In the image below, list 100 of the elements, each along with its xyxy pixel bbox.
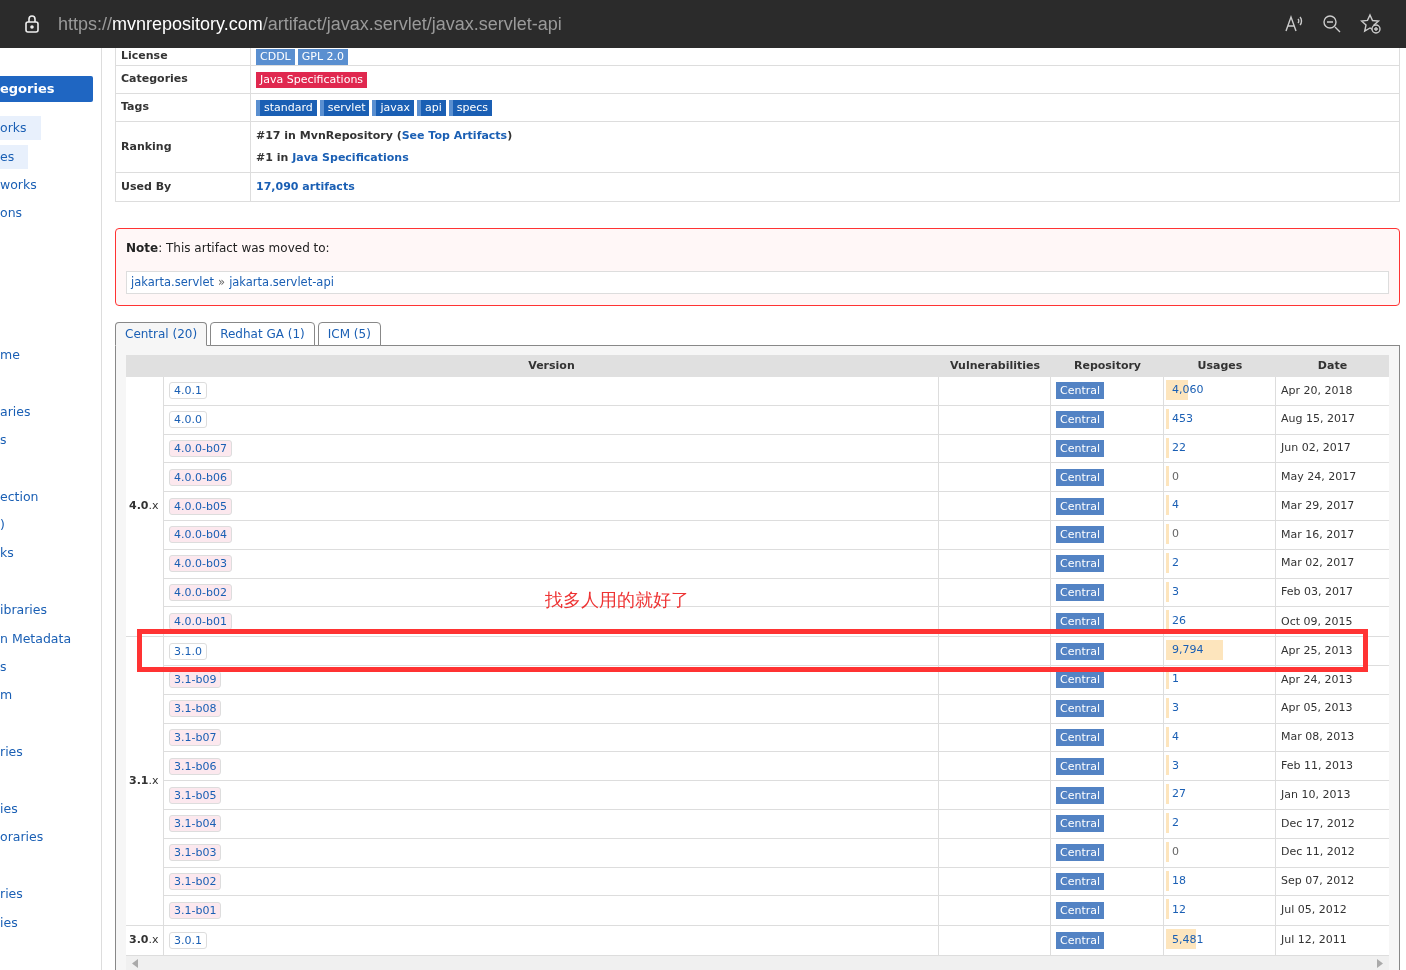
group-link[interactable]: jakarta.servlet	[131, 273, 215, 292]
version-link[interactable]: 3.1-b04	[169, 815, 222, 833]
sidebar-link[interactable]: ries	[0, 740, 23, 765]
usages-link[interactable]: 12	[1166, 902, 1186, 919]
version-group-cell: 4.0.x	[126, 377, 164, 637]
tag-link[interactable]: servlet	[319, 99, 370, 116]
release-date: Apr 25, 2013	[1281, 642, 1353, 659]
usages-link[interactable]: 453	[1166, 410, 1193, 428]
sidebar-link[interactable]: s	[0, 655, 7, 680]
info-label: License	[121, 48, 168, 65]
read-aloud-icon[interactable]	[1284, 14, 1304, 34]
version-group-cell: 3.1.x	[126, 637, 164, 926]
sidebar-link[interactable]: oraries	[0, 825, 44, 850]
usages-link[interactable]: 18	[1166, 872, 1186, 890]
artifact-link[interactable]: jakarta.servlet-api	[229, 273, 334, 292]
version-link[interactable]: 3.1-b08	[169, 700, 222, 718]
ranking-link[interactable]: See Top Artifacts	[401, 128, 508, 142]
version-link[interactable]: 3.0.1	[169, 932, 207, 950]
used-by-link[interactable]: 17,090 artifacts	[256, 178, 1394, 196]
sidebar-link[interactable]: ies	[0, 910, 18, 935]
sidebar-link[interactable]: works	[0, 172, 37, 197]
separator: »	[218, 273, 226, 291]
usages-link[interactable]: 0	[1166, 843, 1179, 861]
sidebar-link[interactable]: m	[0, 683, 13, 708]
version-link[interactable]: 3.1-b05	[169, 786, 222, 804]
release-date: Jun 02, 2017	[1281, 440, 1351, 457]
sidebar-link[interactable]: orks	[0, 116, 41, 141]
version-link[interactable]: 4.0.0-b04	[169, 526, 232, 544]
version-link[interactable]: 3.1-b01	[169, 902, 222, 920]
usages-link[interactable]: 5,481	[1166, 931, 1204, 949]
version-link[interactable]: 4.0.0-b06	[169, 468, 232, 486]
repository-tab[interactable]: ICM (5)	[317, 322, 381, 346]
usages-link[interactable]: 2	[1166, 554, 1179, 572]
usages-link[interactable]: 0	[1166, 526, 1179, 543]
repository-tab[interactable]: Central (20)	[115, 322, 208, 346]
release-date: Jul 12, 2011	[1281, 932, 1347, 949]
version-link[interactable]: 4.0.0-b03	[169, 555, 232, 573]
sidebar-link[interactable]: es	[0, 144, 29, 169]
version-link[interactable]: 3.1-b03	[169, 844, 222, 862]
zoom-out-icon[interactable]	[1322, 14, 1342, 34]
repository-label: Central	[1056, 872, 1105, 890]
usages-link[interactable]: 4,060	[1166, 382, 1204, 399]
sidebar-link[interactable]: )	[0, 513, 5, 538]
version-link[interactable]: 3.1-b07	[169, 728, 222, 746]
release-date: Feb 03, 2017	[1281, 584, 1353, 601]
sidebar-link[interactable]: aries	[0, 399, 31, 424]
sidebar-link[interactable]: n Metadata	[0, 626, 72, 651]
favorite-star-icon[interactable]	[1360, 13, 1382, 35]
version-link[interactable]: 4.0.1	[169, 382, 207, 400]
ranking-text: #1 in Java Specifications	[256, 150, 410, 166]
release-date: Jul 05, 2012	[1281, 902, 1347, 919]
repository-label: Central	[1056, 844, 1105, 862]
repository-label: Central	[1056, 526, 1105, 544]
info-label: Categories	[121, 71, 188, 88]
column-header: Repository	[1051, 355, 1164, 377]
usages-link[interactable]: 3	[1166, 583, 1179, 601]
tag-link[interactable]: standard	[256, 99, 317, 116]
usages-link[interactable]: 3	[1166, 699, 1179, 717]
usages-link[interactable]: 9,794	[1166, 642, 1204, 659]
note-text: Note: This artifact was moved to:	[126, 240, 331, 257]
sidebar-link[interactable]: s	[0, 427, 7, 452]
usages-link[interactable]: 4	[1166, 728, 1179, 746]
version-link[interactable]: 3.1-b02	[169, 872, 222, 890]
tag-link[interactable]: api	[417, 99, 446, 116]
tag-link[interactable]: javax	[372, 99, 415, 116]
repository-tab[interactable]: Redhat GA (1)	[210, 322, 315, 346]
version-link[interactable]: 4.0.0	[169, 411, 207, 429]
usages-link[interactable]: 3	[1166, 757, 1179, 774]
release-date: Apr 20, 2018	[1281, 382, 1353, 399]
release-date: Dec 11, 2012	[1281, 844, 1355, 861]
ranking-link[interactable]: Java Specifications	[292, 151, 409, 164]
usages-link[interactable]: 2	[1166, 815, 1179, 832]
version-link[interactable]: 4.0.0-b07	[169, 440, 232, 457]
column-header: Date	[1276, 355, 1389, 377]
repository-label: Central	[1056, 700, 1105, 718]
license-tag[interactable]: GPL 2.0	[297, 48, 349, 65]
sidebar-link[interactable]: ks	[0, 541, 14, 566]
sidebar-link[interactable]: ons	[0, 201, 23, 226]
url-field[interactable]: https://mvnrepository.com/artifact/javax.servlet/javax.servlet-api	[58, 10, 562, 38]
sidebar-link[interactable]: me	[0, 342, 20, 367]
sidebar-link[interactable]: ibraries	[0, 598, 48, 623]
tag-link[interactable]: specs	[448, 99, 493, 116]
usages-link[interactable]: 4	[1166, 497, 1179, 514]
release-date: Jan 10, 2013	[1281, 786, 1351, 803]
usages-link[interactable]: 0	[1166, 468, 1179, 486]
sidebar-link[interactable]: ection	[0, 484, 39, 509]
category-tag[interactable]: Java Specifications	[256, 71, 368, 88]
sidebar-link[interactable]: ries	[0, 882, 23, 907]
license-tag[interactable]: CDDL	[256, 48, 295, 65]
usages-link[interactable]: 1	[1166, 671, 1179, 688]
version-link[interactable]: 3.1-b06	[169, 757, 222, 775]
version-link[interactable]: 4.0.0-b02	[169, 583, 232, 601]
usages-link[interactable]: 22	[1166, 439, 1186, 457]
usages-link[interactable]: 26	[1166, 613, 1186, 630]
repository-label: Central	[1056, 932, 1105, 950]
column-header: Version	[164, 355, 939, 377]
version-link[interactable]: 4.0.0-b05	[169, 497, 232, 515]
sidebar-link[interactable]: ies	[0, 797, 18, 821]
usages-link[interactable]: 27	[1166, 786, 1186, 803]
version-link[interactable]: 3.1.0	[169, 642, 207, 660]
